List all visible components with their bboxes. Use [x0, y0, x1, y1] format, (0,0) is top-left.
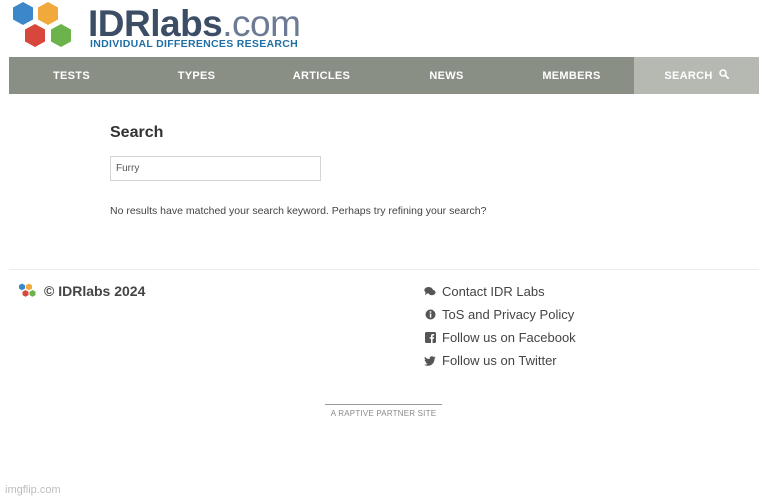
- no-results-message: No results have matched your search keyw…: [110, 205, 487, 217]
- footer-link-contact[interactable]: Contact IDR Labs: [424, 280, 576, 303]
- footer-links: Contact IDR Labs ToS and Privacy Policy …: [424, 280, 576, 372]
- nav-news-label: NEWS: [429, 69, 464, 82]
- footer-link-contact-label: Contact IDR Labs: [442, 284, 545, 299]
- main-nav: TESTS TYPES ARTICLES NEWS MEMBERS SEARCH: [9, 57, 759, 94]
- nav-types[interactable]: TYPES: [134, 57, 259, 94]
- footer-link-facebook[interactable]: Follow us on Facebook: [424, 326, 576, 349]
- nav-search-label: SEARCH: [664, 69, 713, 82]
- search-input[interactable]: [110, 156, 321, 181]
- footer-link-tos-label: ToS and Privacy Policy: [442, 307, 575, 322]
- info-icon: [424, 309, 436, 321]
- footer-link-tos[interactable]: ToS and Privacy Policy: [424, 303, 576, 326]
- imgflip-watermark: imgflip.com: [5, 484, 61, 496]
- nav-members[interactable]: MEMBERS: [509, 57, 634, 94]
- search-icon: [718, 69, 729, 82]
- site-logo[interactable]: IDRlabs.com INDIVIDUAL DIFFERENCES RESEA…: [8, 0, 308, 56]
- footer-divider: [9, 269, 759, 270]
- nav-tests[interactable]: TESTS: [9, 57, 134, 94]
- nav-members-label: MEMBERS: [542, 69, 601, 82]
- copyright-text: © IDRlabs 2024: [44, 283, 146, 299]
- footer-link-twitter-label: Follow us on Twitter: [442, 353, 557, 368]
- logo-hexagons-icon: [13, 2, 71, 47]
- nav-news[interactable]: NEWS: [384, 57, 509, 94]
- nav-articles-label: ARTICLES: [292, 69, 351, 82]
- footer-link-twitter[interactable]: Follow us on Twitter: [424, 349, 576, 372]
- search-heading: Search: [110, 124, 164, 141]
- small-logo-icon: [19, 283, 36, 297]
- footer-link-facebook-label: Follow us on Facebook: [442, 330, 576, 345]
- nav-types-label: TYPES: [177, 69, 216, 82]
- chat-icon: [424, 286, 436, 298]
- raptive-partner-badge[interactable]: A RAPTIVE PARTNER SITE: [325, 404, 442, 418]
- nav-search[interactable]: SEARCH: [634, 57, 759, 94]
- nav-tests-label: TESTS: [53, 69, 90, 82]
- logo-tagline: INDIVIDUAL DIFFERENCES RESEARCH: [90, 38, 299, 50]
- facebook-icon: [424, 332, 436, 344]
- nav-articles[interactable]: ARTICLES: [259, 57, 384, 94]
- footer-copyright: © IDRlabs 2024: [18, 283, 145, 299]
- twitter-icon: [424, 355, 436, 367]
